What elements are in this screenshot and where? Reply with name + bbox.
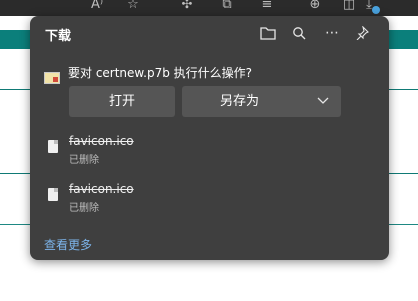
download-prompt-text: 要对 certnew.p7b 执行什么操作? xyxy=(68,66,253,80)
folder-icon[interactable] xyxy=(256,22,280,44)
split-screen-icon[interactable]: ⧉ xyxy=(216,0,238,14)
downloads-panel: 下载 ⋯ 要对 certnew.p7b 执行什么操作? 打开 另存为 favic… xyxy=(30,16,389,260)
file-icon xyxy=(48,188,58,201)
chevron-down-icon[interactable] xyxy=(317,86,329,117)
collections-icon[interactable]: ⊕ xyxy=(304,0,326,14)
open-button[interactable]: 打开 xyxy=(69,86,175,117)
download-item[interactable]: favicon.ico 已删除 xyxy=(44,181,364,217)
favorites-list-icon[interactable]: ≡ xyxy=(256,0,278,14)
downloads-title: 下载 xyxy=(45,29,72,44)
download-item[interactable]: favicon.ico 已删除 xyxy=(44,133,364,169)
download-item-name: favicon.ico xyxy=(69,134,134,148)
download-item-status: 已删除 xyxy=(69,203,99,214)
search-icon[interactable] xyxy=(287,22,311,44)
save-as-label: 另存为 xyxy=(219,94,259,109)
favorite-icon[interactable]: ☆ xyxy=(122,0,144,14)
download-item-status: 已删除 xyxy=(69,155,99,166)
more-icon[interactable]: ⋯ xyxy=(320,22,344,44)
extensions-icon[interactable]: ✣ xyxy=(176,0,198,14)
read-aloud-icon[interactable]: A⁾ xyxy=(86,0,108,14)
browser-toolbar: A⁾ ☆ ✣ ⧉ ≡ ⊕ ◫ ⤓ xyxy=(0,0,418,16)
copilot-icon[interactable]: ◫ xyxy=(338,0,360,14)
certificate-file-icon xyxy=(44,72,60,84)
save-as-button[interactable]: 另存为 xyxy=(182,86,341,117)
downloads-badge xyxy=(372,6,380,14)
pin-icon[interactable] xyxy=(350,22,374,44)
see-more-link[interactable]: 查看更多 xyxy=(44,236,92,253)
file-icon xyxy=(48,140,58,153)
download-item-name: favicon.ico xyxy=(69,182,134,196)
